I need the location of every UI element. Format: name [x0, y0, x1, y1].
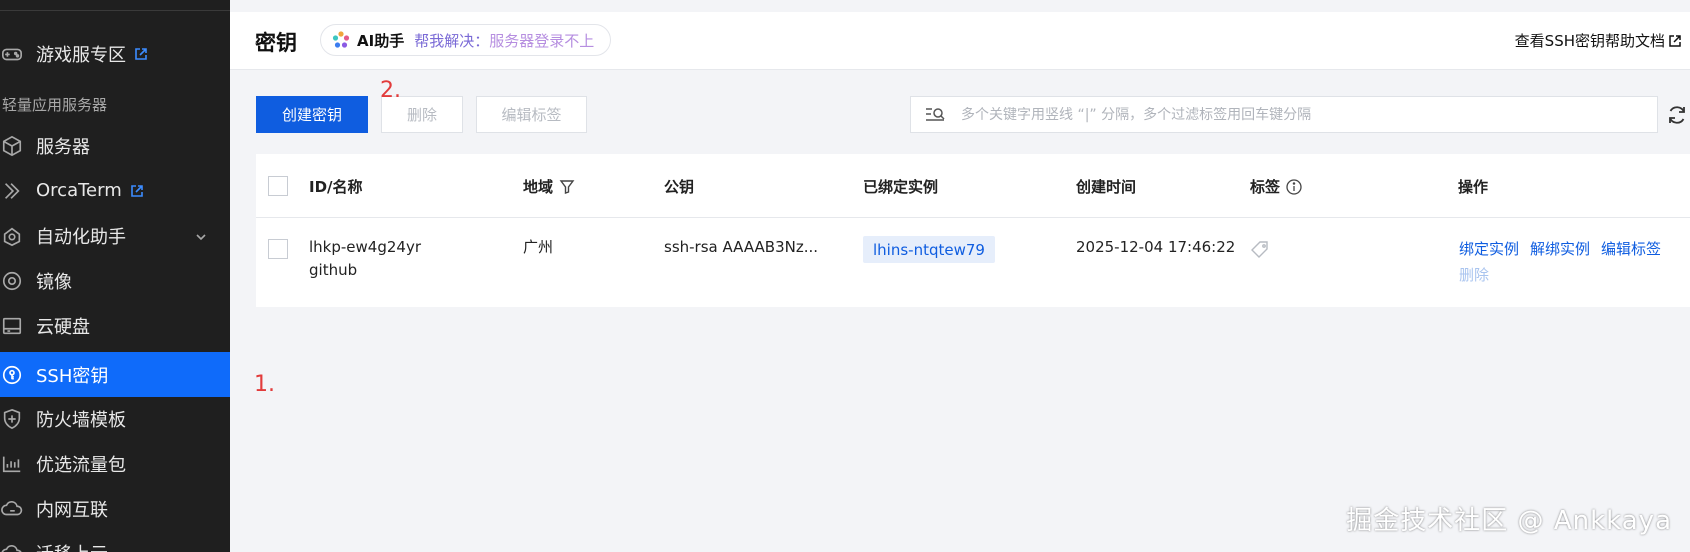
sidebar-item-cloud-disks[interactable]: 云硬盘	[0, 303, 230, 348]
sidebar-divider	[0, 10, 230, 11]
filter-icon[interactable]	[559, 179, 575, 195]
search-input[interactable]	[961, 106, 1657, 123]
sidebar-item-label: OrcaTerm	[36, 180, 122, 201]
table-header-row: ID/名称 地域 公钥 已绑定实例 创建时间 标签 操作	[256, 154, 1690, 218]
column-header-region: 地域	[523, 176, 575, 197]
sidebar-item-label: 云硬盘	[36, 316, 90, 338]
sidebar-item-automation[interactable]: 自动化助手	[0, 213, 230, 258]
network-icon	[0, 497, 24, 521]
external-link-icon	[134, 47, 148, 61]
ai-assistant-label: AI助手	[357, 31, 405, 50]
sidebar-section-label: 轻量应用服务器	[2, 96, 108, 114]
sidebar-item-ssh-keys[interactable]: SSH密钥	[0, 352, 230, 397]
column-header-id: ID/名称	[309, 178, 363, 196]
sidebar-item-firewall-templates[interactable]: 防火墙模板	[0, 396, 230, 441]
refresh-icon[interactable]	[1666, 104, 1688, 126]
ai-hint-text: 服务器登录不上	[489, 31, 595, 50]
watermark: 掘金技术社区 @ Ankkaya	[1346, 506, 1672, 536]
sidebar-item-label: 服务器	[36, 136, 90, 158]
filter-search-icon	[925, 106, 947, 124]
cloud-icon	[0, 541, 24, 552]
ai-assistant-icon	[331, 30, 351, 50]
ai-assistant-pill[interactable]: AI助手 帮我解决： 服务器登录不上	[320, 24, 612, 56]
delete-link[interactable]: 删除	[1459, 264, 1489, 285]
ai-hint-prefix: 帮我解决：	[414, 31, 490, 50]
key-name: github	[309, 261, 358, 279]
key-region: 广州	[523, 238, 554, 256]
sidebar-item-servers[interactable]: 服务器	[0, 123, 230, 168]
ssh-keys-table: ID/名称 地域 公钥 已绑定实例 创建时间 标签 操作 lhkp-ew4g24…	[256, 154, 1690, 307]
sidebar-item-traffic-packages[interactable]: 优选流量包	[0, 441, 230, 486]
sidebar-item-migration[interactable]: 迁移上云	[0, 530, 230, 552]
sidebar-item-game-servers[interactable]: 游戏服专区	[0, 31, 230, 76]
robot-icon	[0, 224, 24, 248]
sidebar-item-label: 镜像	[36, 271, 72, 293]
sidebar-item-images[interactable]: 镜像	[0, 258, 230, 303]
gamepad-icon	[0, 42, 24, 66]
sidebar-item-orcaterm[interactable]: OrcaTerm	[0, 168, 230, 213]
created-time: 2025-12-04 17:46:22	[1076, 238, 1236, 256]
disc-icon	[0, 269, 24, 293]
hdd-icon	[0, 314, 24, 338]
column-header-actions: 操作	[1458, 178, 1489, 196]
info-icon[interactable]	[1286, 178, 1302, 195]
sidebar-item-label: SSH密钥	[36, 365, 109, 387]
sidebar-item-label: 自动化助手	[36, 226, 126, 248]
page-header: 密钥 AI助手 帮我解决： 服务器登录不上 查看SSH密钥帮助文档	[230, 12, 1690, 70]
cube-icon	[0, 134, 24, 158]
select-all-checkbox[interactable]	[268, 176, 288, 196]
sidebar-item-label: 游戏服专区	[36, 44, 126, 66]
chevron-down-icon[interactable]	[194, 228, 208, 242]
sidebar-item-intranet[interactable]: 内网互联	[0, 486, 230, 531]
sidebar: 游戏服专区 轻量应用服务器 服务器 OrcaTerm 自动化助手 镜像 云硬盘 …	[0, 0, 230, 552]
search-box[interactable]	[910, 96, 1658, 133]
column-header-instances: 已绑定实例	[863, 178, 939, 196]
annotation-2: 2.	[380, 78, 401, 103]
external-link-icon	[130, 184, 144, 198]
bind-instance-link[interactable]: 绑定实例	[1459, 238, 1519, 259]
create-key-button[interactable]: 创建密钥	[256, 96, 368, 133]
tag-icon[interactable]	[1250, 240, 1270, 260]
annotation-1: 1.	[254, 372, 275, 397]
terminal-icon	[0, 179, 24, 203]
column-header-public-key: 公钥	[664, 178, 695, 196]
ssh-key-help-link[interactable]: 查看SSH密钥帮助文档	[1515, 30, 1682, 51]
sidebar-item-label: 优选流量包	[36, 454, 126, 476]
external-link-icon	[1668, 34, 1682, 48]
header-top-strip	[230, 0, 1690, 12]
column-header-created: 创建时间	[1076, 178, 1137, 196]
shield-icon	[0, 407, 24, 431]
column-header-tags: 标签	[1250, 176, 1302, 197]
sidebar-item-label: 迁移上云	[36, 540, 108, 552]
sidebar-item-label: 防火墙模板	[36, 409, 126, 431]
page-title: 密钥	[255, 31, 297, 55]
traffic-icon	[0, 452, 24, 476]
sidebar-item-label: 内网互联	[36, 499, 108, 521]
key-icon	[0, 363, 24, 387]
unbind-instance-link[interactable]: 解绑实例	[1530, 238, 1590, 259]
help-link-label: 查看SSH密钥帮助文档	[1514, 32, 1665, 50]
column-header-tags-label: 标签	[1250, 178, 1281, 196]
bound-instance-link[interactable]: lhins-ntqtew79	[863, 236, 995, 263]
edit-tags-link[interactable]: 编辑标签	[1601, 238, 1661, 259]
row-checkbox[interactable]	[268, 239, 288, 259]
public-key: ssh-rsa AAAAB3Nz...	[664, 238, 819, 256]
column-header-region-label: 地域	[523, 178, 554, 196]
app-root: 游戏服专区 轻量应用服务器 服务器 OrcaTerm 自动化助手 镜像 云硬盘 …	[0, 0, 1690, 552]
edit-tags-button[interactable]: 编辑标签	[476, 96, 587, 133]
key-id: lhkp-ew4g24yr	[309, 238, 421, 256]
